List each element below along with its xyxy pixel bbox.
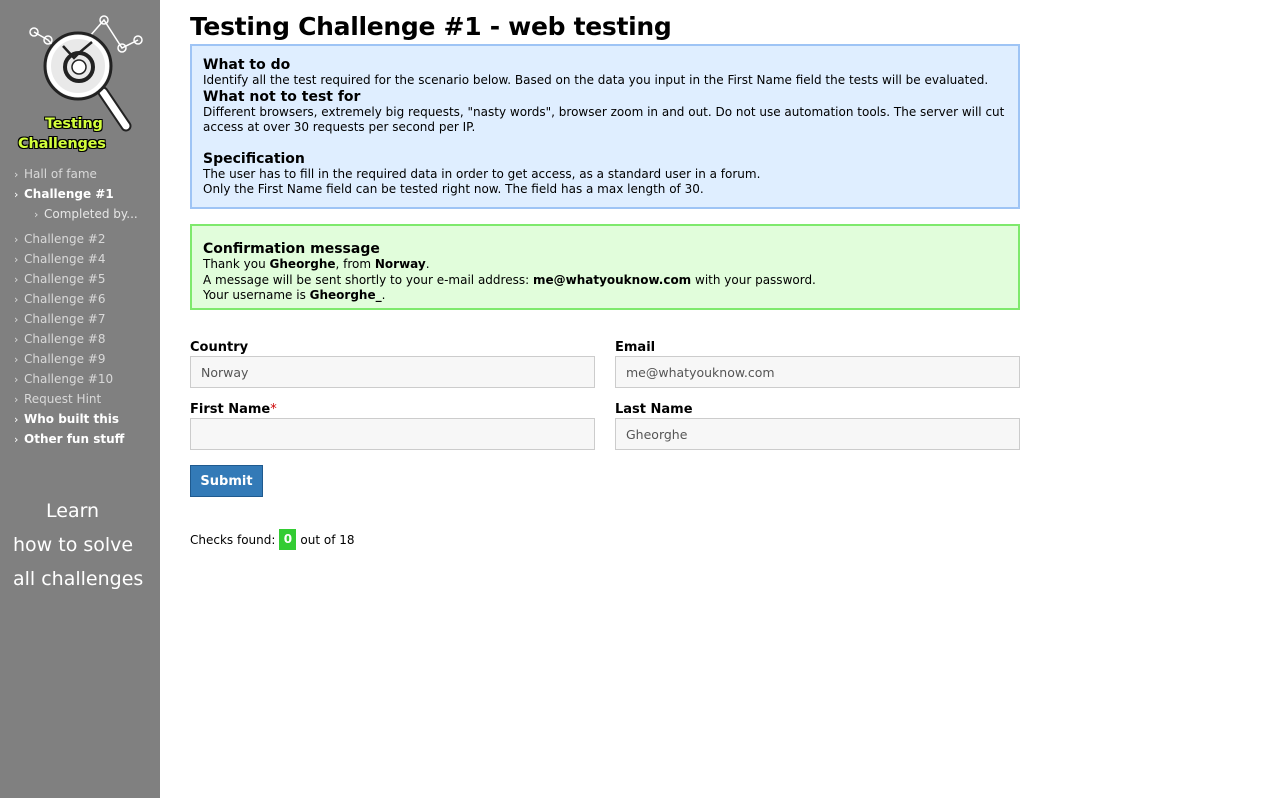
chevron-right-icon: › [14, 252, 19, 266]
sidebar-nav: › Hall of fame › Challenge #1 › Completed b… [0, 164, 160, 449]
what-not-to-test-text: Different browsers, extremely big reques… [203, 104, 1005, 135]
sidebar-item-challenge-1[interactable]: › Challenge #1 [0, 184, 160, 204]
learn-line-1: Learn [46, 500, 100, 522]
chevron-right-icon: › [14, 332, 19, 346]
learn-line-3: all challenges [13, 568, 144, 590]
checks-counter: Checks found: 0 out of 18 [190, 529, 355, 550]
sidebar-item-label: Challenge #10 [24, 372, 114, 386]
confirmation-email-line: A message will be sent shortly to your e… [203, 272, 816, 287]
sidebar-item-challenge-6[interactable]: › Challenge #6 [0, 289, 160, 309]
specification-heading: Specification [203, 150, 305, 167]
checks-prefix: Checks found: [190, 532, 276, 547]
sidebar-item-label: Challenge #8 [24, 332, 106, 346]
sidebar-item-challenge-4[interactable]: › Challenge #4 [0, 249, 160, 269]
chevron-right-icon: › [14, 372, 19, 386]
sidebar-item-request-hint[interactable]: › Request Hint [0, 389, 160, 409]
email-field-group: Email [615, 340, 1020, 388]
confirmation-email: me@whatyouknow.com [532, 272, 692, 287]
specification-line-2: Only the First Name field can be tested … [203, 182, 704, 196]
required-asterisk: * [270, 402, 277, 417]
sidebar-item-label: Who built this [24, 412, 120, 426]
confirmation-heading: Confirmation message [203, 241, 380, 257]
sidebar-item-challenge-7[interactable]: › Challenge #7 [0, 309, 160, 329]
chevron-right-icon: › [14, 312, 19, 326]
sidebar-item-hall-of-fame[interactable]: › Hall of fame [0, 164, 160, 184]
sidebar-item-challenge-2[interactable]: › Challenge #2 [0, 229, 160, 249]
sidebar-item-challenge-9[interactable]: › Challenge #9 [0, 349, 160, 369]
chevron-right-icon: › [14, 292, 19, 306]
learn-line-2: how to solve [13, 534, 134, 556]
confirmation-username: Gheorghe_ [309, 288, 382, 302]
logo-line-1: Testing [45, 116, 103, 132]
sidebar-item-other-fun-stuff[interactable]: › Other fun stuff [0, 429, 160, 449]
first-name-label: First Name* [190, 402, 277, 417]
what-not-to-test-heading: What not to test for [203, 88, 361, 105]
what-to-do-text: Identify all the test required for the s… [203, 73, 989, 87]
checks-found-badge: 0 [279, 529, 297, 550]
chevron-right-icon: › [14, 187, 19, 201]
sidebar-item-challenge-5[interactable]: › Challenge #5 [0, 269, 160, 289]
learn-link[interactable]: Learn how to solve all challenges [0, 494, 160, 596]
first-name-field-group: First Name* [190, 402, 595, 450]
sidebar-item-label: Challenge #2 [24, 232, 106, 246]
sidebar-item-label: Challenge #7 [24, 312, 106, 326]
instructions-panel: What to do Identify all the test require… [190, 44, 1020, 209]
sidebar-item-challenge-10[interactable]: › Challenge #10 [0, 369, 160, 389]
chevron-right-icon: › [14, 167, 19, 181]
sidebar-item-label: Challenge #1 [24, 187, 114, 201]
country-label: Country [190, 340, 249, 355]
last-name-label: Last Name [615, 402, 693, 417]
sidebar-item-label: Challenge #4 [24, 252, 106, 266]
sidebar-item-completed-by[interactable]: › Completed by... [0, 204, 160, 224]
sidebar-item-label: Hall of fame [24, 167, 97, 181]
chevron-right-icon: › [14, 352, 19, 366]
page-title: Testing Challenge #1 - web testing [190, 12, 672, 41]
sidebar-item-label: Other fun stuff [24, 432, 125, 446]
logo[interactable]: Testing Challenges [8, 14, 153, 152]
last-name-input[interactable] [615, 418, 1020, 450]
sidebar: Testing Challenges › Hall of fame › Challe… [0, 0, 160, 798]
country-input[interactable] [190, 356, 595, 388]
country-field-group: Country [190, 340, 595, 388]
confirmation-thank-you: Thank you Gheorghe, from Norway. [203, 257, 430, 271]
chevron-right-icon: › [14, 272, 19, 286]
last-name-field-group: Last Name [615, 402, 1020, 450]
sidebar-item-label: Challenge #6 [24, 292, 106, 306]
sidebar-item-label: Completed by... [44, 207, 138, 221]
confirmation-country: Norway [374, 257, 426, 271]
chevron-right-icon: › [14, 412, 19, 426]
chevron-right-icon: › [14, 432, 19, 446]
chevron-right-icon: › [34, 207, 39, 221]
logo-line-2: Challenges [18, 136, 106, 152]
checks-suffix: out of 18 [300, 532, 355, 547]
chevron-right-icon: › [14, 232, 19, 246]
confirmation-panel: Confirmation message Thank you Gheorghe,… [190, 224, 1020, 310]
specification-line-1: The user has to fill in the required dat… [203, 166, 761, 181]
confirmation-name: Gheorghe [269, 257, 336, 271]
first-name-input[interactable] [190, 418, 595, 450]
submit-button[interactable]: Submit [190, 465, 263, 497]
sidebar-item-challenge-8[interactable]: › Challenge #8 [0, 329, 160, 349]
sidebar-item-who-built-this[interactable]: › Who built this [0, 409, 160, 429]
sidebar-item-label: Request Hint [24, 392, 102, 406]
sidebar-item-label: Challenge #9 [24, 352, 106, 366]
sidebar-item-label: Challenge #5 [24, 272, 106, 286]
email-input[interactable] [615, 356, 1020, 388]
what-to-do-heading: What to do [203, 57, 291, 73]
email-label: Email [615, 340, 656, 355]
confirmation-username-line: Your username is Gheorghe_. [203, 288, 386, 302]
chevron-right-icon: › [14, 392, 19, 406]
